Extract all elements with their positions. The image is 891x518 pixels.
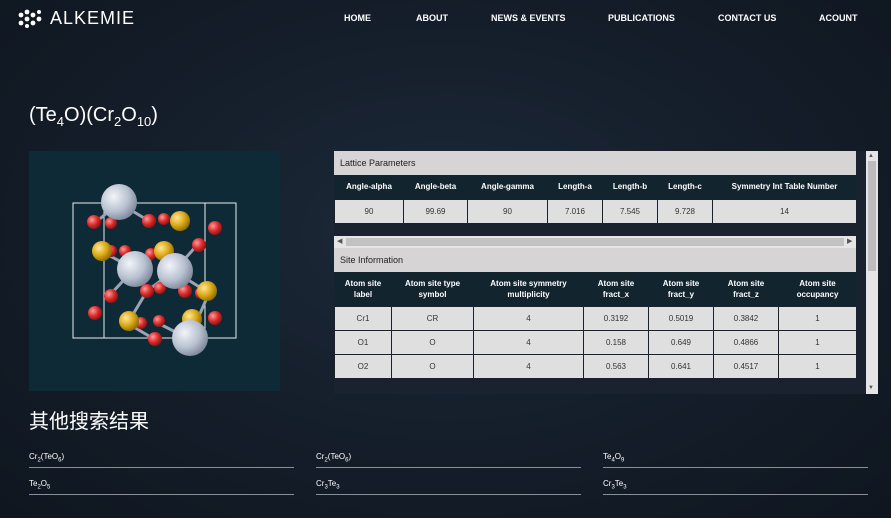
lattice-header-cell: Angle-gamma — [467, 175, 548, 199]
site-cell: O2 — [334, 354, 392, 379]
lattice-value-cell: 99.69 — [403, 198, 468, 224]
nav-about[interactable]: ABOUT — [416, 13, 448, 23]
table-row: O1 O 4 0.158 0.649 0.4866 1 — [334, 330, 857, 355]
site-header-cell: Atom site type symbol — [391, 271, 474, 307]
lattice-header-cell: Length-a — [547, 175, 603, 199]
site-cell: O — [391, 354, 474, 379]
lattice-header-cell: Angle-alpha — [334, 175, 404, 199]
result-formula-part: ) — [348, 452, 352, 461]
nav-contact[interactable]: CONTACT US — [718, 13, 776, 23]
site-cell: 0.3842 — [713, 306, 779, 331]
result-formula-part: Te — [614, 479, 624, 488]
compound-formula-title: (Te4O)(Cr2O10) — [29, 104, 158, 129]
horizontal-scrollbar[interactable]: ◀ ▶ — [334, 235, 856, 248]
site-header-cell: Atom site label — [334, 271, 392, 307]
site-header-cell: Atom site fract_z — [713, 271, 779, 307]
other-result-link[interactable]: Cr2(TeO6) — [316, 452, 581, 468]
alkemie-logo-icon — [18, 9, 42, 28]
formula-part: (Te — [29, 104, 57, 126]
other-result-link[interactable]: Cr2(TeO6) — [29, 452, 294, 468]
site-cell: 0.563 — [583, 354, 649, 379]
vertical-scroll-thumb[interactable] — [868, 161, 876, 271]
site-cell: 4 — [473, 306, 584, 331]
site-cell: 0.3192 — [583, 306, 649, 331]
result-formula-part: (TeO — [327, 452, 346, 461]
site-cell: 4 — [473, 354, 584, 379]
site-cell: 0.641 — [648, 354, 714, 379]
lattice-value-cell: 90 — [467, 198, 548, 224]
site-header-cell: Atom site fract_y — [648, 271, 714, 307]
formula-part: O — [121, 104, 137, 126]
crystal-structure-viewer[interactable] — [29, 151, 280, 391]
site-cell: 1 — [778, 354, 857, 379]
horizontal-scroll-thumb[interactable] — [346, 237, 844, 246]
site-header-cell: Atom site occupancy — [778, 271, 857, 307]
result-formula-part: Te — [327, 479, 337, 488]
result-formula-subscript: 3 — [336, 484, 340, 491]
nav-account[interactable]: ACOUNT — [819, 13, 858, 23]
scroll-left-icon[interactable]: ◀ — [337, 237, 342, 245]
formula-part: ) — [151, 104, 158, 126]
crystal-structure-model — [72, 184, 237, 356]
brand-name: ALKEMIE — [50, 8, 136, 28]
site-information-title: Site Information — [334, 247, 856, 272]
site-cell: 0.158 — [583, 330, 649, 355]
result-formula-part: (TeO — [40, 452, 59, 461]
formula-subscript: 4 — [56, 114, 65, 129]
site-cell: CR — [391, 306, 474, 331]
scroll-down-icon[interactable]: ▼ — [868, 384, 874, 392]
lattice-header-cell: Symmetry Int Table Number — [712, 175, 857, 199]
site-cell: 1 — [778, 330, 857, 355]
nav-news-events[interactable]: NEWS & EVENTS — [491, 13, 566, 23]
nav-home[interactable]: HOME — [344, 13, 371, 23]
lattice-value-cell: 7.545 — [602, 198, 658, 224]
lattice-header-cell: Length-b — [602, 175, 658, 199]
site-cell: O1 — [334, 330, 392, 355]
chromium-atoms — [92, 211, 217, 331]
site-cell: 1 — [778, 306, 857, 331]
other-results-title: 其他搜索结果 — [29, 411, 149, 433]
brand-logo[interactable]: ALKEMIE — [18, 8, 135, 29]
lattice-header-cell: Length-c — [657, 175, 713, 199]
lattice-parameters-title: Lattice Parameters — [334, 151, 856, 175]
table-row: Cr1 CR 4 0.3192 0.5019 0.3842 1 — [334, 306, 857, 331]
lattice-header-cell: Angle-beta — [403, 175, 468, 199]
site-header-cell: Atom site fract_x — [583, 271, 649, 307]
formula-subscript: 10 — [136, 114, 152, 129]
site-cell: Cr1 — [334, 306, 392, 331]
result-formula-subscript: 3 — [623, 484, 627, 491]
result-formula-subscript: 5 — [47, 484, 51, 491]
site-cell: O — [391, 330, 474, 355]
tellurium-atoms — [101, 184, 208, 356]
scroll-up-icon[interactable]: ▲ — [868, 152, 874, 160]
site-cell: 0.5019 — [648, 306, 714, 331]
lattice-parameters-table: Angle-alpha Angle-beta Angle-gamma Length-a… — [334, 175, 857, 224]
other-result-link[interactable]: Te4O9 — [603, 452, 868, 468]
site-information-table: Atom site label Atom site type symbol Atom… — [334, 271, 857, 379]
other-result-link[interactable]: Te2O5 — [29, 479, 294, 495]
nav-publications[interactable]: PUBLICATIONS — [608, 13, 675, 23]
lattice-value-cell: 90 — [334, 198, 404, 224]
lattice-value-cell: 14 — [712, 198, 857, 224]
site-cell: 0.4517 — [713, 354, 779, 379]
other-result-link[interactable]: Cr3Te3 — [316, 479, 581, 495]
site-cell: 0.649 — [648, 330, 714, 355]
structure-data-panel[interactable]: Lattice Parameters Angle-alpha Angle-beta… — [334, 151, 878, 394]
result-formula-subscript: 9 — [621, 457, 625, 464]
scroll-right-icon[interactable]: ▶ — [847, 237, 852, 245]
site-header-cell: Atom site symmetry multiplicity — [473, 271, 584, 307]
site-cell: 0.4866 — [713, 330, 779, 355]
table-row: O2 O 4 0.563 0.641 0.4517 1 — [334, 354, 857, 379]
site-cell: 4 — [473, 330, 584, 355]
lattice-value-cell: 9.728 — [657, 198, 713, 224]
formula-part: O)(Cr — [64, 104, 115, 126]
other-result-link[interactable]: Cr3Te3 — [603, 479, 868, 495]
lattice-value-cell: 7.016 — [547, 198, 603, 224]
vertical-scrollbar[interactable]: ▲ ▼ — [866, 151, 878, 394]
result-formula-part: ) — [61, 452, 65, 461]
top-nav: ALKEMIE HOME ABOUT NEWS & EVENTS PUBLICA… — [0, 0, 891, 38]
